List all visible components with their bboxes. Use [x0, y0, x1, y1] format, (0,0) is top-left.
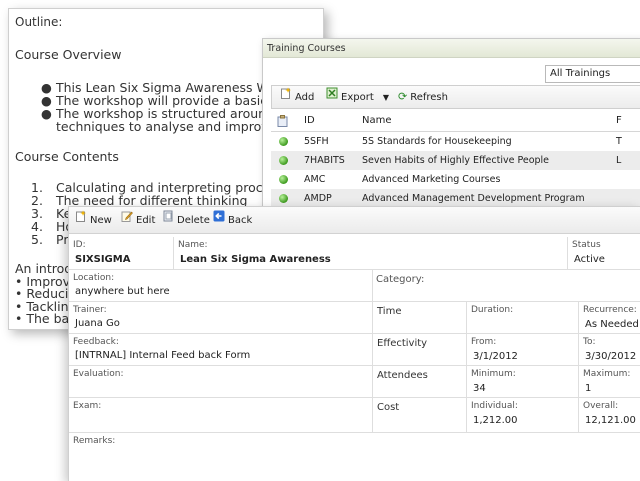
evaluation-field: Evaluation: — [69, 366, 373, 398]
time-label-cell: Time — [373, 302, 467, 334]
add-icon — [280, 86, 292, 108]
remarks-field: Remarks: — [73, 436, 116, 446]
form-toolbar: New Edit Delete Back — [69, 207, 640, 234]
id-field: ID: SIXSIGMA — [69, 237, 173, 270]
status-dot-icon — [279, 137, 288, 146]
location-field: Location: anywhere but here — [69, 270, 373, 302]
courses-toolbar: Add Export ▼ ⟳ Refresh — [271, 85, 640, 109]
course-contents-heading: Course Contents — [15, 149, 119, 164]
overview-bullet-continuation: techniques to analyse and improve a — [56, 119, 288, 134]
maximum-attendees-field: Maximum: 1 — [579, 366, 640, 398]
add-button[interactable]: Add — [280, 86, 314, 108]
cost-label-cell: Cost — [373, 398, 467, 433]
course-overview-heading: Course Overview — [15, 47, 122, 62]
back-button[interactable]: Back — [213, 209, 252, 231]
overall-cost-field: Overall: 12,121.00 — [579, 398, 640, 433]
column-header-extra[interactable]: F — [616, 111, 622, 131]
to-date-field: To: 3/30/2012 — [579, 334, 640, 366]
effectivity-label-cell: Effectivity — [373, 334, 467, 366]
overview-bullet-list: ● This Lean Six Sigma Awareness Wor ● The … — [9, 81, 289, 133]
status-dot-icon — [279, 156, 288, 165]
edit-icon — [121, 209, 133, 231]
feedback-field: Feedback: [INTRNAL] Internal Feed back F… — [69, 334, 373, 366]
minimum-attendees-field: Minimum: 34 — [467, 366, 579, 398]
attendees-label-cell: Attendees — [373, 366, 467, 398]
export-icon — [326, 86, 338, 108]
panel-title: Training Courses — [263, 39, 640, 58]
refresh-button[interactable]: ⟳ Refresh — [398, 86, 448, 108]
course-detail-form: New Edit Delete Back ID: SIXSIGMA Name: … — [68, 206, 640, 481]
individual-cost-field: Individual: 1,212.00 — [467, 398, 579, 433]
training-filter-select[interactable]: All Trainings — [545, 65, 640, 83]
delete-icon — [162, 209, 174, 231]
export-button[interactable]: Export ▼ — [326, 86, 389, 108]
table-row[interactable]: AMC Advanced Marketing Courses — [271, 170, 640, 189]
back-arrow-icon — [213, 209, 225, 231]
category-field: Category: — [373, 270, 640, 302]
chevron-down-icon[interactable]: ▼ — [383, 93, 389, 102]
column-header-name[interactable]: Name — [362, 111, 392, 131]
from-date-field: From: 3/1/2012 — [467, 334, 579, 366]
refresh-icon: ⟳ — [398, 90, 408, 103]
column-header-id[interactable]: ID — [304, 111, 315, 131]
outline-title: Outline: — [15, 15, 63, 29]
training-courses-panel: Training Courses All Trainings Add Expor… — [262, 38, 640, 214]
delete-button[interactable]: Delete — [162, 209, 210, 231]
new-icon — [75, 209, 87, 231]
trainer-field: Trainer: Juana Go — [69, 302, 373, 334]
courses-table-header: ID Name F — [271, 111, 640, 132]
edit-button[interactable]: Edit — [121, 209, 155, 231]
table-row[interactable]: 5SFH 5S Standards for Housekeeping T — [271, 132, 640, 151]
exam-field: Exam: — [69, 398, 373, 433]
name-field: Name: Lean Six Sigma Awareness — [173, 237, 567, 270]
duration-field: Duration: — [467, 302, 579, 334]
new-button[interactable]: New — [75, 209, 112, 231]
status-dot-icon — [279, 194, 288, 203]
table-row[interactable]: 7HABITS Seven Habits of Highly Effective… — [271, 151, 640, 170]
status-field: Status Active — [567, 237, 640, 270]
recurrence-field: Recurrence: As Needed — [579, 302, 640, 334]
status-dot-icon — [279, 175, 288, 184]
